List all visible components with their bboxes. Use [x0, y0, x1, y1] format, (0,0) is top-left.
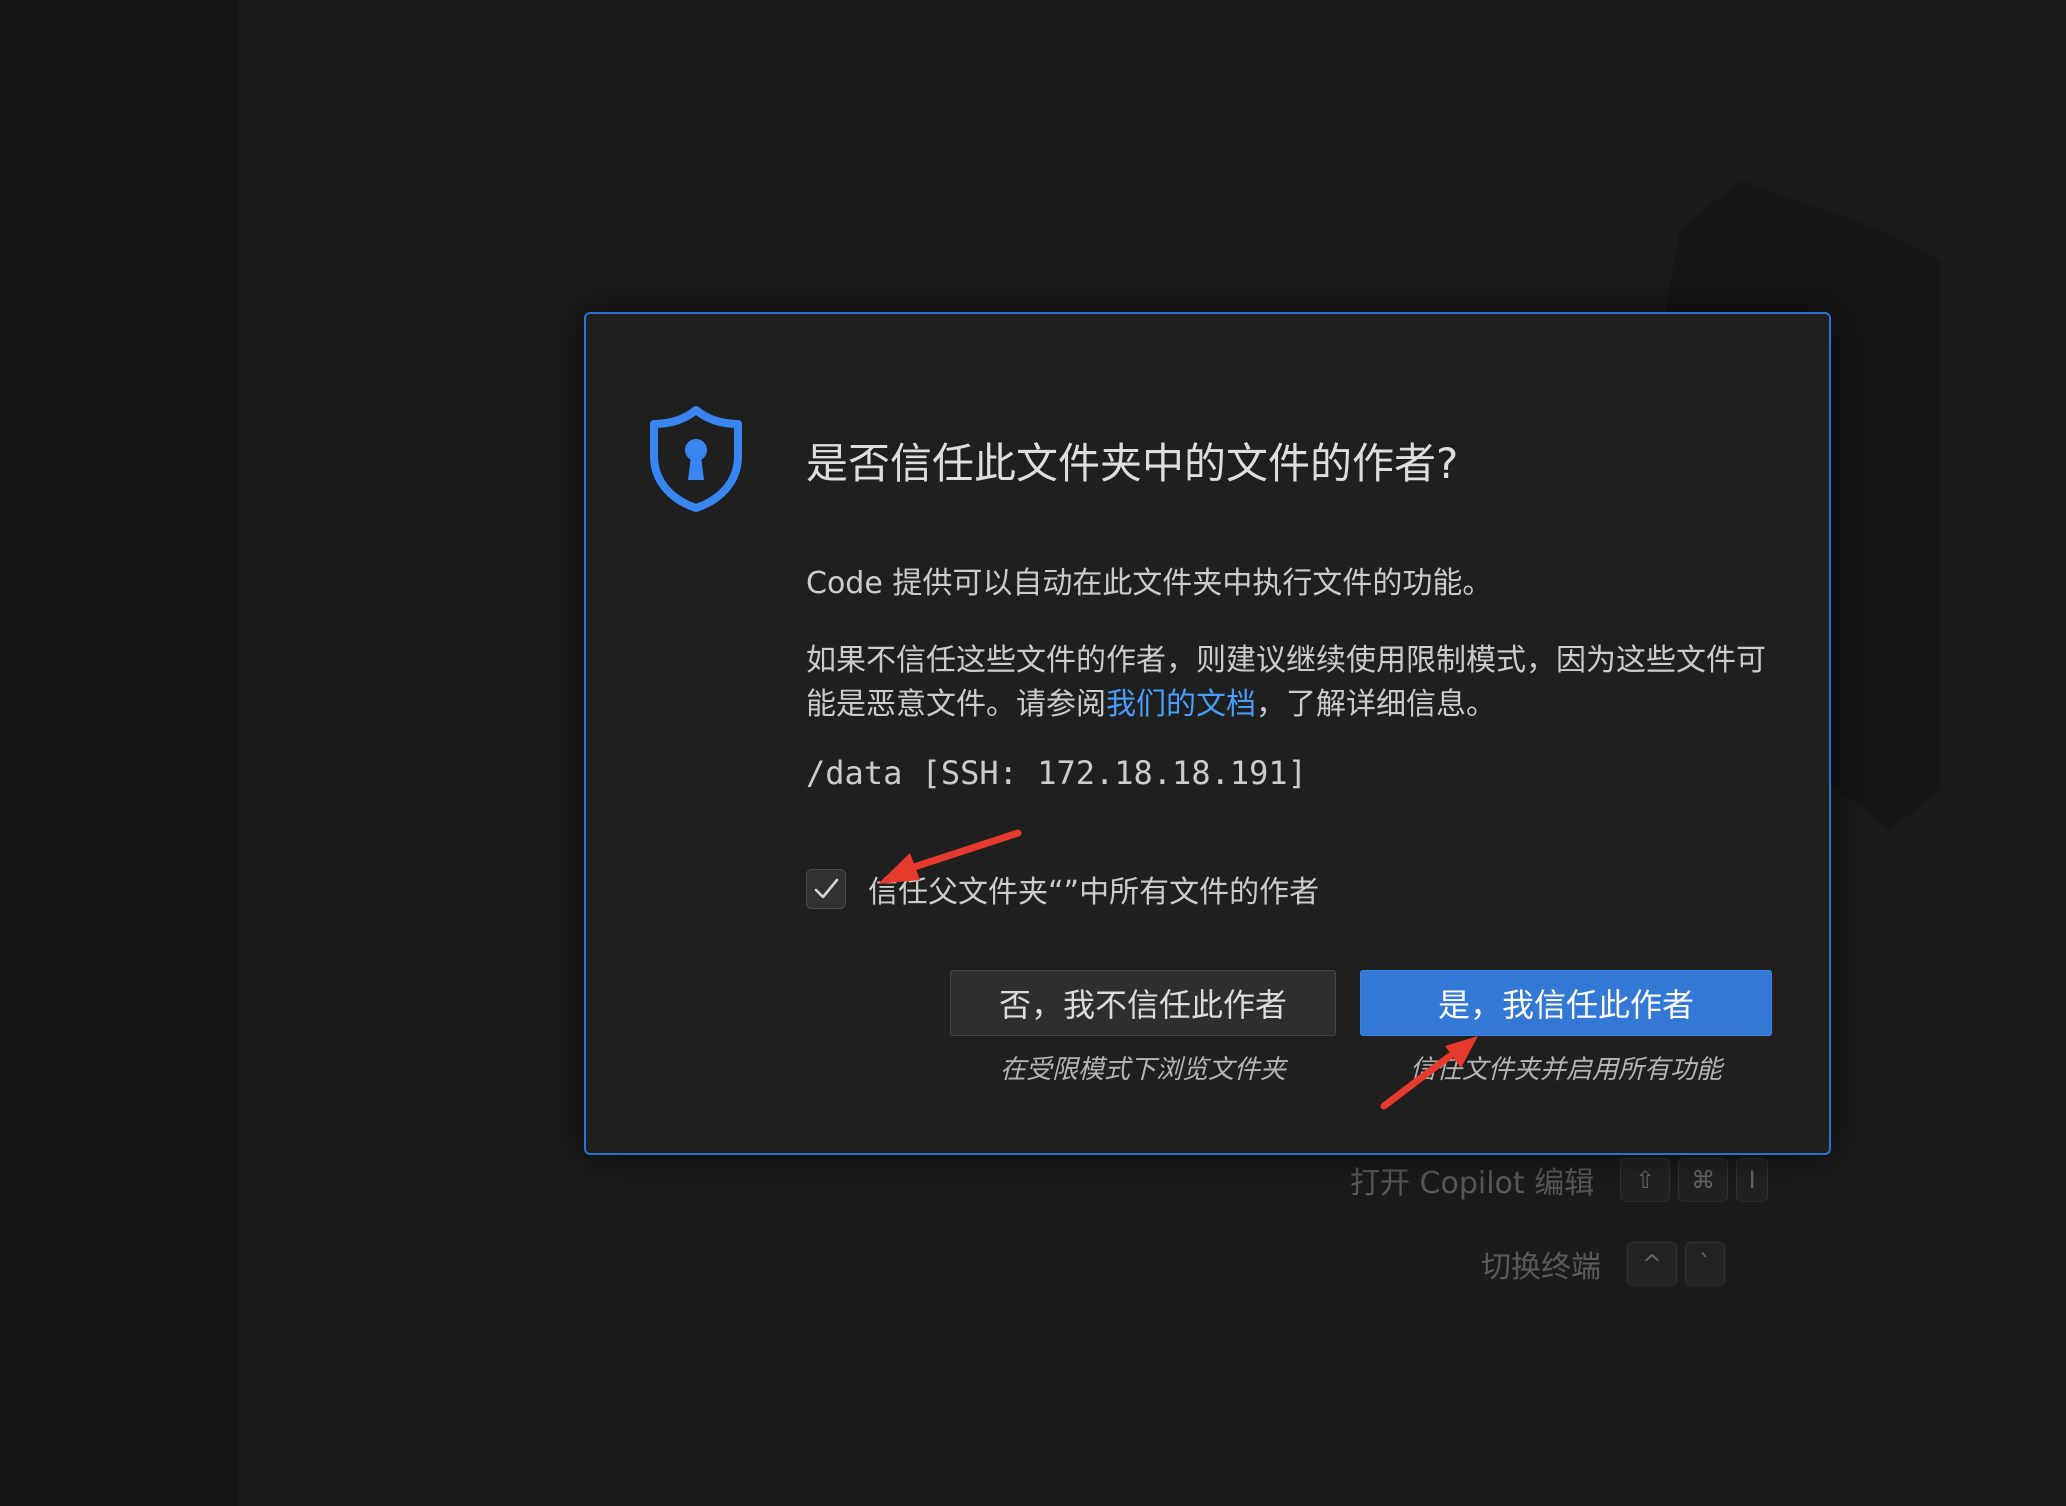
folder-path: /data [SSH: 172.18.18.191]	[806, 754, 1307, 792]
docs-link[interactable]: 我们的文档	[1106, 687, 1256, 722]
hint-copilot-label: 打开 Copilot 编辑	[1350, 1166, 1595, 1201]
hint-terminal-label: 切换终端	[1481, 1250, 1601, 1285]
trust-parent-label: 信任父文件夹“”中所有文件的作者	[868, 875, 1320, 910]
trust-button[interactable]: 是，我信任此作者	[1360, 970, 1772, 1036]
warning-text-suffix: ，了解详细信息。	[1256, 687, 1496, 722]
shield-keyhole-icon	[650, 406, 742, 512]
key-ctrl: ^	[1627, 1242, 1677, 1286]
activity-sidebar	[0, 0, 238, 1506]
key-shift: ⇧	[1620, 1158, 1671, 1202]
app-window: 打开 Copilot 编辑 ⇧ ⌘ I 切换终端 ^ ` 是否信任此文件夹中的文…	[0, 0, 2066, 1506]
dialog-title: 是否信任此文件夹中的文件的作者?	[806, 439, 1459, 488]
dialog-description: Code 提供可以自动在此文件夹中执行文件的功能。	[806, 566, 1493, 601]
trust-parent-option[interactable]: 信任父文件夹“”中所有文件的作者	[806, 867, 1319, 911]
key-backtick: `	[1685, 1242, 1725, 1286]
dialog-warning: 如果不信任这些文件的作者，则建议继续使用限制模式，因为这些文件可能是恶意文件。请…	[806, 639, 1776, 727]
dont-trust-button[interactable]: 否，我不信任此作者	[950, 970, 1336, 1036]
trust-parent-checkbox[interactable]	[806, 869, 846, 909]
hint-toggle-terminal: 切换终端 ^ `	[1481, 1242, 1733, 1286]
key-i: I	[1736, 1158, 1769, 1202]
trust-description: 信任文件夹并启用所有功能	[1409, 1055, 1722, 1085]
dont-trust-description: 在受限模式下浏览文件夹	[999, 1055, 1286, 1085]
hint-copilot-edit: 打开 Copilot 编辑 ⇧ ⌘ I	[1350, 1158, 1776, 1202]
workspace-trust-dialog: 是否信任此文件夹中的文件的作者? Code 提供可以自动在此文件夹中执行文件的功…	[584, 312, 1831, 1155]
checkmark-icon	[814, 878, 839, 899]
key-cmd: ⌘	[1678, 1158, 1729, 1202]
